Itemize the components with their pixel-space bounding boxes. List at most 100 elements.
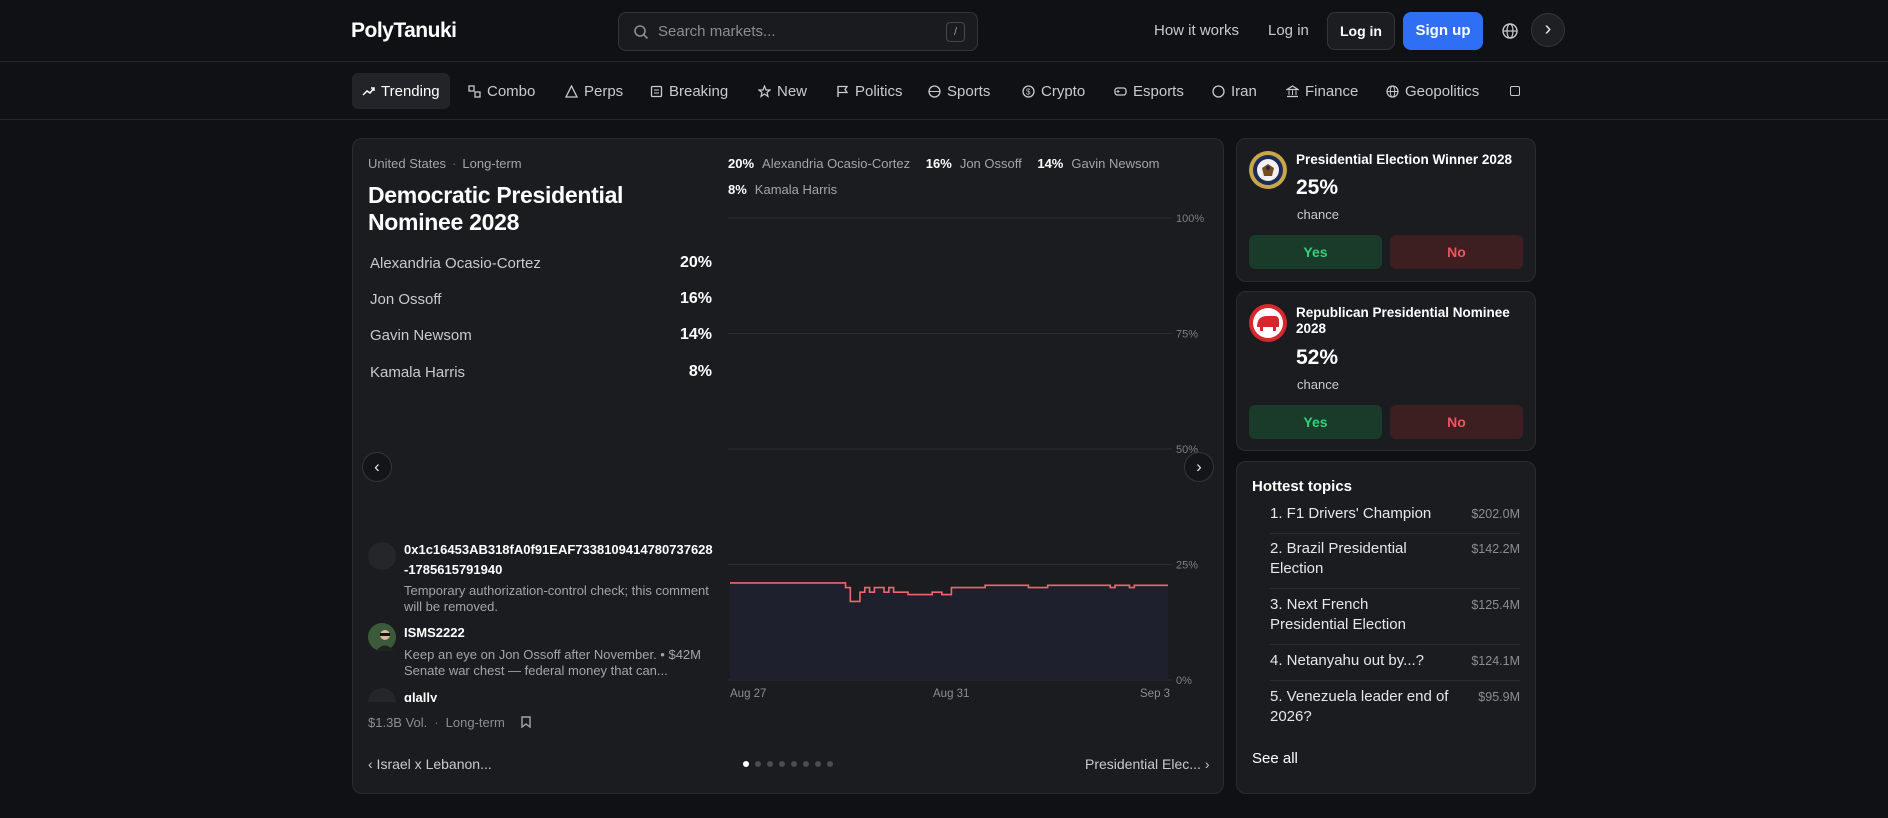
comments-feed[interactable]: 0x1c16453AB318fA0f91EAF73381094147807376… [368,540,714,702]
comment-author[interactable]: ISMS2222 [404,623,465,643]
outcome-row[interactable]: Kamala Harris 8% [368,357,712,387]
side-market-pct: 25% [1296,176,1339,199]
globe-icon [1386,84,1399,98]
yes-button[interactable]: Yes [1249,405,1382,439]
language-globe-icon[interactable] [1501,22,1519,40]
outcome-row[interactable]: Jon Ossoff 16% [368,284,712,314]
carousel-dot[interactable] [815,761,821,767]
category-tab-combo[interactable]: Combo [458,73,545,109]
no-button[interactable]: No [1390,405,1523,439]
star-icon [758,84,771,98]
no-button[interactable]: No [1390,235,1523,269]
yes-button[interactable]: Yes [1249,235,1382,269]
side-market-title[interactable]: Presidential Election Winner 2028 [1296,152,1526,168]
category-label: Geopolitics [1405,82,1480,100]
carousel-dot[interactable] [743,761,749,767]
category-tab-politics[interactable]: Politics [826,73,913,109]
category-scroll-next-button[interactable]: › [1531,13,1565,47]
hot-topic-row[interactable]: 3. Next French Presidential Election $125… [1270,595,1520,645]
y-tick-label: 0% [1176,675,1192,687]
category-tab-geopolitics[interactable]: Geopolitics [1376,73,1489,109]
x-tick-label: Aug 31 [933,688,969,700]
category-tab-new[interactable]: New [748,73,817,109]
search-shortcut-key: / [946,22,965,42]
comment-author[interactable]: 0x1c16453AB318fA0f91EAF73381094147807376… [404,540,714,580]
republican-elephant-icon [1249,304,1287,342]
hottest-topics-title: Hottest topics [1252,478,1353,495]
login-link[interactable]: Log in [1268,22,1309,39]
category-tab-esports[interactable]: Esports [1104,73,1194,109]
legend-pct: 8% [728,182,747,197]
trending-icon [362,86,375,96]
hot-topic-name: 3. Next French Presidential Election [1270,596,1406,633]
outcome-name: Jon Ossoff [370,290,442,308]
category-label: Politics [855,82,903,100]
side-market-title[interactable]: Republican Presidential Nominee 2028 [1296,305,1526,337]
carousel-dot[interactable] [767,761,773,767]
side-market-pct: 52% [1296,346,1339,369]
legend-name: Kamala Harris [754,182,838,197]
category-label: Breaking [669,82,729,100]
hot-topic-volume: $95.9M [1478,690,1520,704]
category-label: New [777,82,808,100]
search-input[interactable]: Search markets... / [618,12,978,51]
carousel-dot[interactable] [827,761,833,767]
how-it-works-link[interactable]: How it works [1154,22,1239,39]
presidential-seal-icon [1249,151,1287,189]
carousel-dot[interactable] [791,761,797,767]
gamepad-icon [1114,86,1127,96]
login-button[interactable]: Log in [1327,12,1395,50]
carousel-prev-button[interactable]: ‹ [362,452,392,482]
next-market-link[interactable]: Presidential Elec... › [1085,756,1210,772]
logo[interactable]: PolyTanuki [351,19,457,43]
svg-text:$: $ [1026,87,1031,96]
carousel-dot[interactable] [755,761,761,767]
category-tab-iran[interactable]: Iran [1202,73,1267,109]
see-all-link[interactable]: See all [1252,750,1298,767]
outcome-pct: 8% [688,363,712,380]
category-tab-breaking[interactable]: Breaking [640,73,738,109]
outcome-row[interactable]: Gavin Newsom 14% [368,320,712,350]
carousel-dot[interactable] [779,761,785,767]
chart-legend-row-1: 20% Alexandria Ocasio-Cortez 16% Jon Ossof… [728,156,1160,171]
outcome-row[interactable]: Alexandria Ocasio-Cortez 20% [368,248,712,278]
comment-author[interactable]: glally [404,688,437,702]
breadcrumb-term[interactable]: Long-term [462,156,521,171]
chart-legend-row-2: 8% Kamala Harris [728,182,837,197]
hot-topic-row[interactable]: 1. F1 Drivers' Champion $202.0M [1270,504,1520,534]
category-tab-crypto[interactable]: $ Crypto [1012,73,1095,109]
category-tab-perps[interactable]: Perps [555,73,633,109]
market-title[interactable]: Democratic Presidential Nominee 2028 [368,182,718,236]
hot-topic-row[interactable]: 5. Venezuela leader end of 2026? $95.9M [1270,687,1520,727]
previous-market-link[interactable]: ‹ Israel x Lebanon... [368,756,492,772]
legend-pct: 20% [728,156,755,171]
footer-term: Long-term [445,715,505,730]
breadcrumb: United States · Long-term [368,156,522,171]
legend-name: Jon Ossoff [959,156,1022,171]
category-label: Esports [1133,82,1184,100]
x-tick-label: Sep 3 [1140,688,1170,700]
hot-topic-volume: $142.2M [1471,542,1520,556]
category-tab-finance[interactable]: Finance [1276,73,1368,109]
carousel-dot[interactable] [803,761,809,767]
category-label: Perps [584,82,624,100]
hot-topic-row[interactable]: 4. Netanyahu out by...? $124.1M [1270,651,1520,681]
category-label: Finance [1305,82,1359,100]
signup-button[interactable]: Sign up [1403,12,1483,50]
comment-text: Temporary authorization-control check; t… [404,583,709,614]
category-tab-sports[interactable]: Sports [918,73,1000,109]
legend-name: Alexandria Ocasio-Cortez [762,156,911,171]
user-avatar-icon [368,623,396,651]
hot-topic-row[interactable]: 2. Brazil Presidential Election $142.2M [1270,539,1520,589]
crypto-icon: $ [1022,84,1035,98]
outcome-name: Alexandria Ocasio-Cortez [370,254,541,272]
carousel-next-button[interactable]: › [1184,452,1214,482]
outcome-name: Gavin Newsom [370,326,472,344]
hot-topic-volume: $202.0M [1471,507,1520,521]
outcome-pct: 16% [679,290,712,307]
price-history-chart[interactable]: 100%75%50%25%0%Aug 27 Aug 31 Sep 3 [720,205,1210,705]
category-tab-trending[interactable]: Trending [352,73,450,109]
breadcrumb-region[interactable]: United States [368,156,446,171]
hot-topic-volume: $124.1M [1471,654,1520,668]
bookmark-icon[interactable] [520,716,531,729]
